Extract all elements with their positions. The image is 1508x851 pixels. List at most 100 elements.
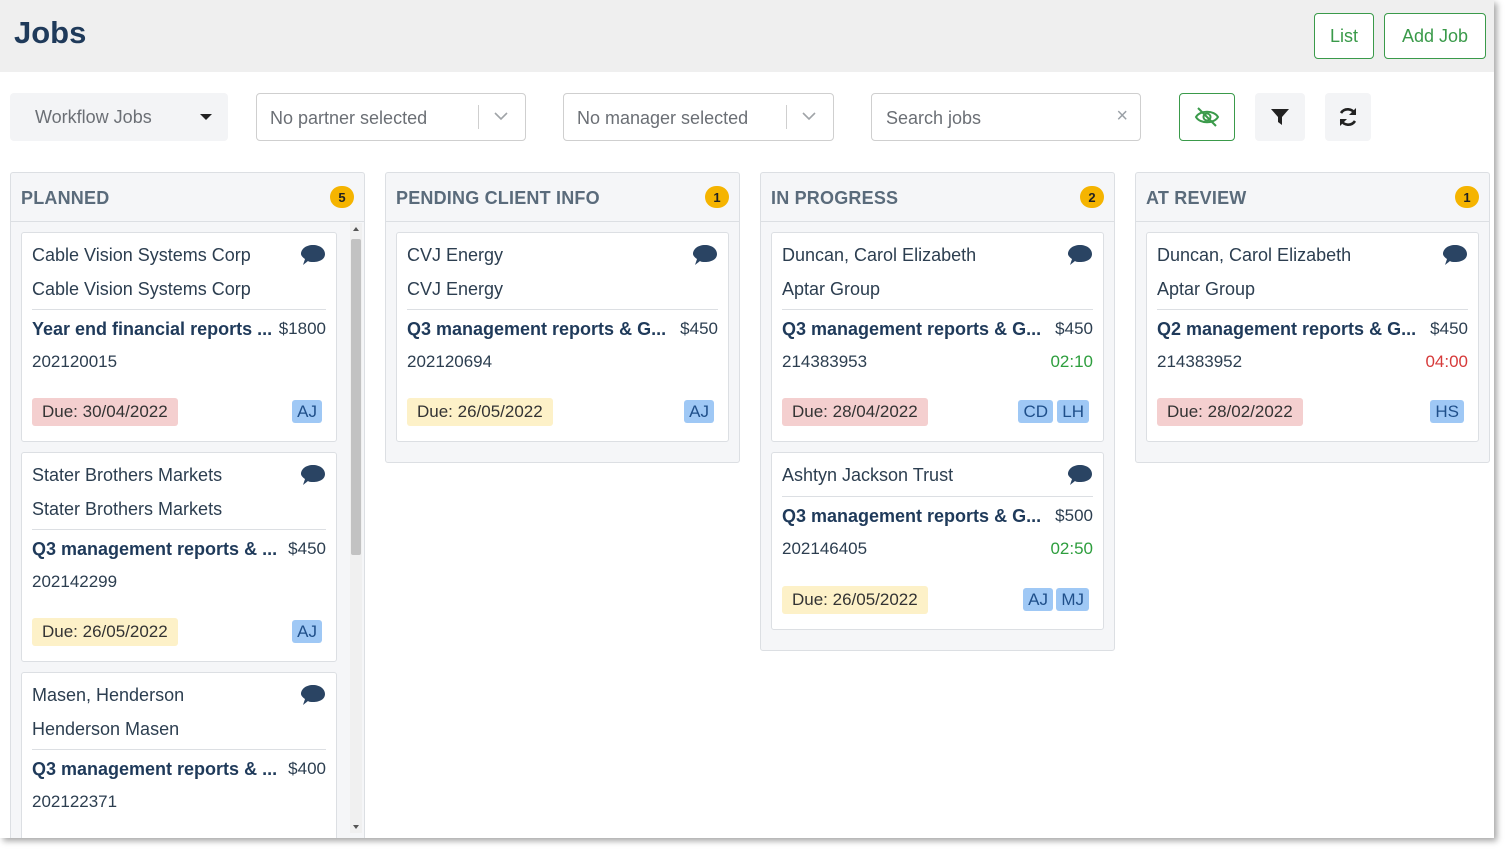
chevron-down-icon xyxy=(494,112,508,121)
count-badge: 1 xyxy=(705,186,729,208)
job-card[interactable]: Masen, Henderson Henderson Masen Q3 mana… xyxy=(21,672,337,838)
search-box: × xyxy=(871,93,1141,141)
clear-icon[interactable]: × xyxy=(1116,106,1128,126)
client-name: Masen, Henderson xyxy=(32,685,185,705)
chat-bubble-icon[interactable] xyxy=(692,243,718,267)
job-fee: $400 xyxy=(288,759,326,778)
eye-slash-icon xyxy=(1194,107,1220,127)
job-number: 202142299 xyxy=(32,572,118,591)
job-fee: $450 xyxy=(288,539,326,558)
column-body: Cable Vision Systems Corp Cable Vision S… xyxy=(11,222,364,838)
count-badge: 2 xyxy=(1080,186,1104,208)
job-card[interactable]: CVJ Energy CVJ Energy Q3 management repo… xyxy=(396,232,729,442)
staff-initials[interactable]: CD xyxy=(1018,400,1053,423)
chat-bubble-icon[interactable] xyxy=(300,683,326,707)
time-logged: 02:10 xyxy=(1050,352,1093,371)
column-title: IN PROGRESS xyxy=(771,188,899,208)
chat-bubble-icon[interactable] xyxy=(1067,463,1093,487)
job-title[interactable]: Q3 management reports & G... xyxy=(407,319,672,340)
partner-select[interactable]: No partner selected xyxy=(256,93,526,141)
divider xyxy=(32,309,326,310)
job-fee: $450 xyxy=(680,319,718,338)
job-fee: $1800 xyxy=(278,319,326,338)
list-view-button[interactable]: List xyxy=(1314,13,1374,59)
job-title[interactable]: Q3 management reports & G... xyxy=(782,319,1047,340)
column-header: PLANNED 5 xyxy=(11,173,364,222)
staff-initials[interactable]: AJ xyxy=(292,620,322,643)
toggle-hidden-button[interactable] xyxy=(1179,93,1235,141)
scrollbar-thumb[interactable] xyxy=(351,239,361,555)
client-group: Henderson Masen xyxy=(32,719,180,739)
job-title[interactable]: Q3 management reports & G... xyxy=(782,506,1047,527)
divider xyxy=(782,309,1093,310)
job-number: 202120015 xyxy=(32,352,118,371)
column-title: PLANNED xyxy=(21,188,110,208)
staff-initials[interactable]: MJ xyxy=(1056,588,1089,611)
job-number: 202122371 xyxy=(32,792,118,811)
job-number: 214383952 xyxy=(1157,352,1243,371)
job-number: 202120694 xyxy=(407,352,493,371)
add-job-button[interactable]: Add Job xyxy=(1384,13,1486,59)
divider xyxy=(32,749,326,750)
job-title[interactable]: Q3 management reports & ... xyxy=(32,539,287,560)
client-group: Stater Brothers Markets xyxy=(32,499,223,519)
client-name: Stater Brothers Markets xyxy=(32,465,223,485)
staff-initials[interactable]: AJ xyxy=(684,400,714,423)
staff-initials[interactable]: HS xyxy=(1430,400,1464,423)
staff-initials[interactable]: LH xyxy=(1057,400,1089,423)
divider xyxy=(32,529,326,530)
column-in-progress: IN PROGRESS 2 Duncan, Carol Elizabeth Ap… xyxy=(760,172,1115,651)
client-group: CVJ Energy xyxy=(407,279,504,299)
column-at-review: AT REVIEW 1 Duncan, Carol Elizabeth Apta… xyxy=(1135,172,1490,463)
divider xyxy=(1157,309,1468,310)
divider xyxy=(782,496,1093,497)
job-title[interactable]: Q2 management reports & G... xyxy=(1157,319,1422,340)
app-frame: Jobs List Add Job Workflow Jobs No partn… xyxy=(0,0,1494,838)
refresh-button[interactable] xyxy=(1325,93,1371,141)
chat-bubble-icon[interactable] xyxy=(300,463,326,487)
job-number: 214383953 xyxy=(782,352,868,371)
column-pending-client-info: PENDING CLIENT INFO 1 CVJ Energy CVJ Ene… xyxy=(385,172,740,463)
job-card[interactable]: Stater Brothers Markets Stater Brothers … xyxy=(21,452,337,662)
job-fee: $450 xyxy=(1055,319,1093,338)
column-header: IN PROGRESS 2 xyxy=(761,173,1114,222)
column-body: Duncan, Carol Elizabeth Aptar Group Q3 m… xyxy=(761,222,1114,650)
staff-initials[interactable]: AJ xyxy=(1023,588,1053,611)
refresh-icon xyxy=(1339,108,1357,126)
chat-bubble-icon[interactable] xyxy=(300,243,326,267)
job-title[interactable]: Q3 management reports & ... xyxy=(32,759,287,780)
job-title[interactable]: Year end financial reports ... xyxy=(32,319,277,340)
client-group: Aptar Group xyxy=(1157,279,1256,299)
client-name: Duncan, Carol Elizabeth xyxy=(1157,245,1352,265)
filter-bar: Workflow Jobs No partner selected No man… xyxy=(0,72,1494,164)
workflow-dropdown[interactable]: Workflow Jobs xyxy=(10,93,228,141)
workflow-dropdown-label: Workflow Jobs xyxy=(35,107,152,127)
scroll-up-icon[interactable] xyxy=(353,227,359,231)
page-title: Jobs xyxy=(14,15,87,50)
time-logged: 04:00 xyxy=(1425,352,1468,371)
divider xyxy=(407,309,718,310)
filter-button[interactable] xyxy=(1255,93,1305,141)
job-card[interactable]: Duncan, Carol Elizabeth Aptar Group Q3 m… xyxy=(771,232,1104,442)
search-input[interactable] xyxy=(886,105,1106,131)
staff-initials[interactable]: AJ xyxy=(292,400,322,423)
manager-select[interactable]: No manager selected xyxy=(563,93,834,141)
chat-bubble-icon[interactable] xyxy=(1067,243,1093,267)
due-date-badge: Due: 26/05/2022 xyxy=(782,586,928,614)
job-card[interactable]: Ashtyn Jackson Trust Q3 management repor… xyxy=(771,452,1104,630)
column-scrollbar[interactable] xyxy=(350,223,362,833)
job-fee: $450 xyxy=(1430,319,1468,338)
scroll-down-icon[interactable] xyxy=(353,825,359,829)
job-card[interactable]: Duncan, Carol Elizabeth Aptar Group Q2 m… xyxy=(1146,232,1479,442)
column-header: AT REVIEW 1 xyxy=(1136,173,1489,222)
client-group: Aptar Group xyxy=(782,279,881,299)
manager-select-label: No manager selected xyxy=(577,108,749,128)
count-badge: 1 xyxy=(1455,186,1479,208)
client-name: Duncan, Carol Elizabeth xyxy=(782,245,977,265)
chat-bubble-icon[interactable] xyxy=(1442,243,1468,267)
column-title: AT REVIEW xyxy=(1146,188,1247,208)
due-date-badge: Due: 26/05/2022 xyxy=(32,618,178,646)
count-badge: 5 xyxy=(330,186,354,208)
job-card[interactable]: Cable Vision Systems Corp Cable Vision S… xyxy=(21,232,337,442)
separator xyxy=(478,105,479,129)
